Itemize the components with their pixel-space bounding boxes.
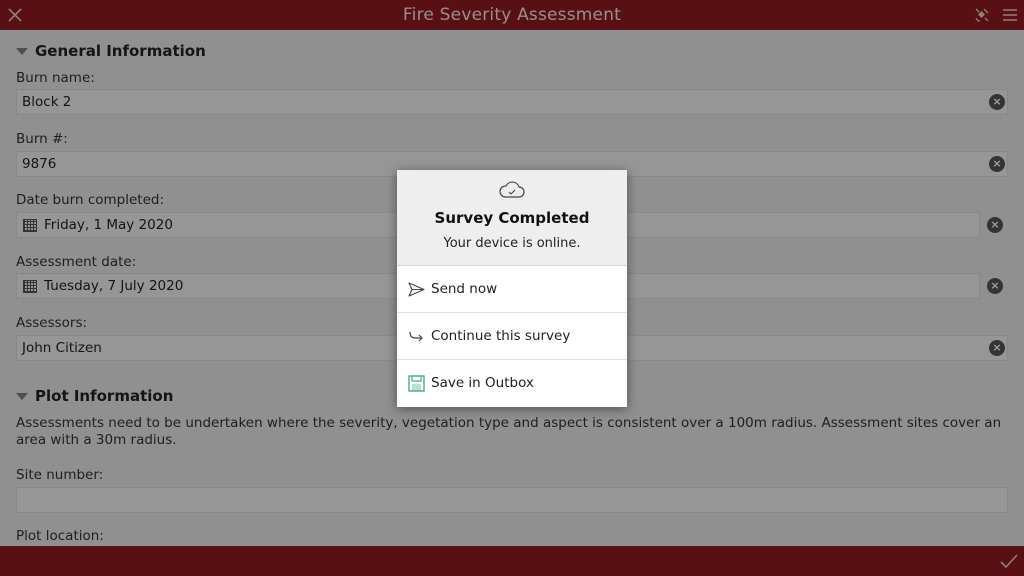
- dialog-title: Survey Completed: [434, 209, 590, 227]
- save-icon: [408, 375, 425, 392]
- continue-survey-label: Continue this survey: [431, 328, 571, 344]
- continue-survey-button[interactable]: Continue this survey: [397, 313, 627, 360]
- dialog-subtitle: Your device is online.: [443, 236, 581, 251]
- survey-completed-dialog: Survey Completed Your device is online. …: [397, 170, 627, 407]
- save-outbox-button[interactable]: Save in Outbox: [397, 360, 627, 407]
- send-now-button[interactable]: Send now: [397, 266, 627, 313]
- cloud-icon: [499, 181, 525, 198]
- send-icon: [408, 282, 425, 297]
- dialog-header: Survey Completed Your device is online.: [397, 170, 627, 266]
- send-now-label: Send now: [431, 281, 498, 297]
- arrow-icon: [409, 331, 423, 342]
- save-outbox-label: Save in Outbox: [431, 375, 534, 391]
